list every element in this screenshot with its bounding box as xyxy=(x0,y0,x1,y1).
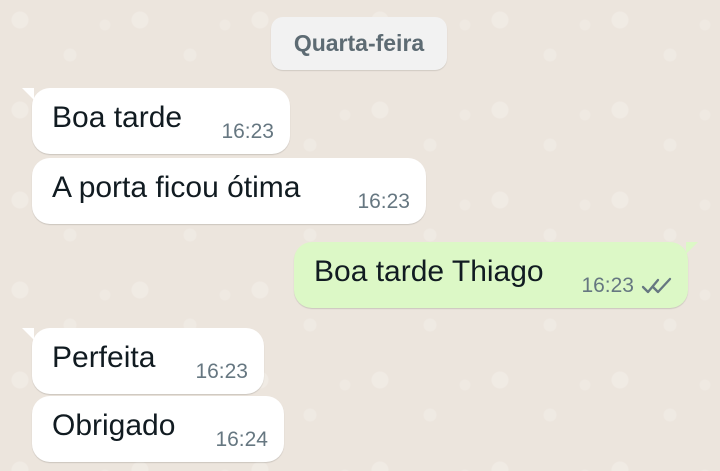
message-text: Obrigado xyxy=(52,409,176,442)
message-time: 16:23 xyxy=(195,360,248,383)
message-time: 16:23 xyxy=(581,274,634,297)
message-meta: 16:23 xyxy=(221,120,274,144)
date-separator: Quarta-feira xyxy=(271,17,447,70)
message-bubble-incoming[interactable]: A porta ficou ótima 16:23 xyxy=(32,158,426,224)
message-text: Boa tarde xyxy=(52,101,183,134)
double-check-icon xyxy=(641,277,672,294)
message-meta: 16:23 xyxy=(581,274,672,298)
message-meta: 16:23 xyxy=(357,190,410,214)
message-meta: 16:24 xyxy=(215,428,268,452)
date-separator-label: Quarta-feira xyxy=(293,30,425,56)
message-bubble-incoming[interactable]: Obrigado 16:24 xyxy=(32,396,284,462)
chat-conversation: Quarta-feira Boa tarde 16:23 A porta fic… xyxy=(0,0,720,471)
message-text: A porta ficou ótima xyxy=(52,171,301,204)
message-text: Boa tarde Thiago xyxy=(314,255,544,288)
message-text: Perfeita xyxy=(52,341,156,374)
message-time: 16:23 xyxy=(357,190,410,213)
message-time: 16:24 xyxy=(215,428,268,451)
message-bubble-outgoing[interactable]: Boa tarde Thiago 16:23 xyxy=(294,242,698,308)
message-bubble-incoming[interactable]: Perfeita 16:23 xyxy=(22,328,264,394)
message-meta: 16:23 xyxy=(195,360,248,384)
message-bubble-incoming[interactable]: Boa tarde 16:23 xyxy=(22,88,290,154)
message-time: 16:23 xyxy=(221,120,274,143)
